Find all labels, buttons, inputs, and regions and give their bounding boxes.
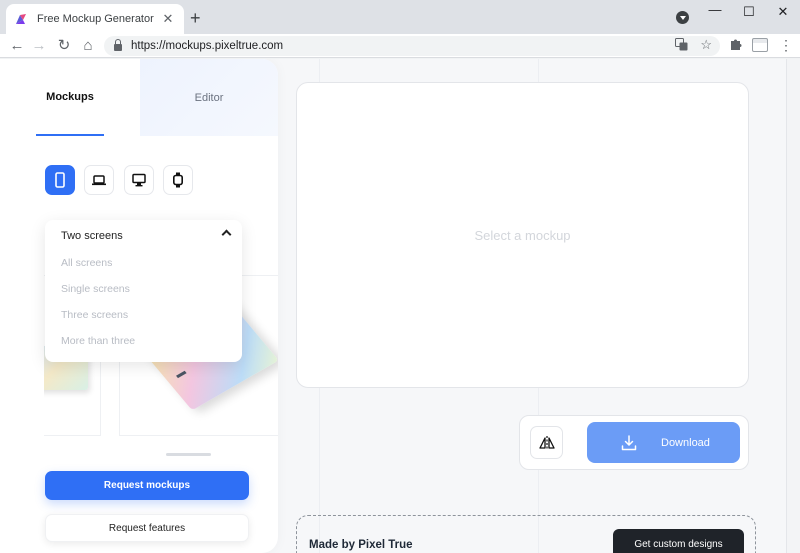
dropdown-option[interactable]: Three screens	[61, 309, 128, 321]
lock-icon	[114, 39, 122, 51]
request-features-button[interactable]: Request features	[45, 514, 249, 542]
device-desktop-button[interactable]	[124, 165, 154, 195]
browser-menu-icon[interactable]: ⋮	[779, 37, 793, 54]
page-content: Mockups Editor Two screens All screens S…	[0, 59, 800, 553]
tab-mockups[interactable]: Mockups	[36, 59, 104, 136]
action-bar: Download	[519, 415, 749, 470]
forward-button[interactable]: →	[30, 37, 48, 55]
chevron-up-icon[interactable]	[221, 229, 232, 240]
url-text[interactable]: https://mockups.pixeltrue.com	[131, 40, 283, 52]
browser-tabstrip: Free Mockup Generator ✕ + — ☐ ✕	[0, 0, 800, 34]
tab-close-icon[interactable]: ✕	[160, 11, 176, 27]
mockup-preview-area: Select a mockup	[296, 82, 749, 388]
get-custom-designs-button[interactable]: Get custom designs	[613, 529, 744, 553]
page-scrollbar[interactable]	[786, 59, 800, 553]
desktop-icon	[132, 173, 146, 187]
back-button[interactable]: ←	[8, 37, 26, 55]
made-by-text: Made by Pixel True	[309, 539, 413, 551]
flip-button[interactable]	[530, 426, 563, 459]
dropdown-option[interactable]: Single screens	[61, 283, 130, 295]
reload-button[interactable]: ↻	[55, 37, 73, 55]
window-close-button[interactable]: ✕	[773, 4, 793, 20]
device-watch-button[interactable]	[163, 165, 193, 195]
phone-icon	[55, 172, 65, 188]
tab-editor[interactable]: Editor	[140, 59, 278, 136]
dropdown-selected-value[interactable]: Two screens	[61, 230, 123, 242]
translate-icon[interactable]	[675, 38, 688, 51]
laptop-icon	[92, 175, 106, 186]
carousel-scroll-indicator[interactable]	[166, 453, 211, 456]
dropdown-option[interactable]: All screens	[61, 257, 112, 269]
window-maximize-button[interactable]: ☐	[739, 4, 759, 20]
dropdown-option[interactable]: More than three	[61, 335, 135, 347]
pixeltrue-favicon-icon	[16, 14, 26, 24]
extensions-puzzle-icon[interactable]	[729, 37, 743, 51]
flip-icon	[538, 435, 555, 450]
browser-toolbar: ← → ↻ ⌂ https://mockups.pixeltrue.com ☆ …	[0, 34, 800, 58]
device-phone-button[interactable]	[45, 165, 75, 195]
home-button[interactable]: ⌂	[79, 37, 97, 55]
browser-tab[interactable]: Free Mockup Generator ✕	[6, 4, 184, 34]
download-icon	[621, 434, 637, 450]
request-mockups-button[interactable]: Request mockups	[45, 471, 249, 500]
calendar-extension-icon[interactable]	[752, 38, 768, 52]
watch-icon	[172, 172, 183, 188]
device-laptop-button[interactable]	[84, 165, 114, 195]
address-bar[interactable]: https://mockups.pixeltrue.com ☆	[104, 36, 720, 56]
profile-menu-icon[interactable]	[676, 11, 689, 24]
screens-dropdown[interactable]: Two screens All screens Single screens T…	[45, 220, 242, 362]
tab-title: Free Mockup Generator	[37, 13, 154, 25]
download-label: Download	[661, 436, 710, 449]
window-minimize-button[interactable]: —	[705, 2, 725, 17]
new-tab-button[interactable]: +	[190, 9, 201, 27]
download-button[interactable]: Download	[587, 422, 740, 463]
bookmark-star-icon[interactable]: ☆	[700, 37, 712, 53]
sidebar-panel: Mockups Editor Two screens All screens S…	[0, 59, 278, 553]
preview-placeholder: Select a mockup	[474, 227, 571, 243]
